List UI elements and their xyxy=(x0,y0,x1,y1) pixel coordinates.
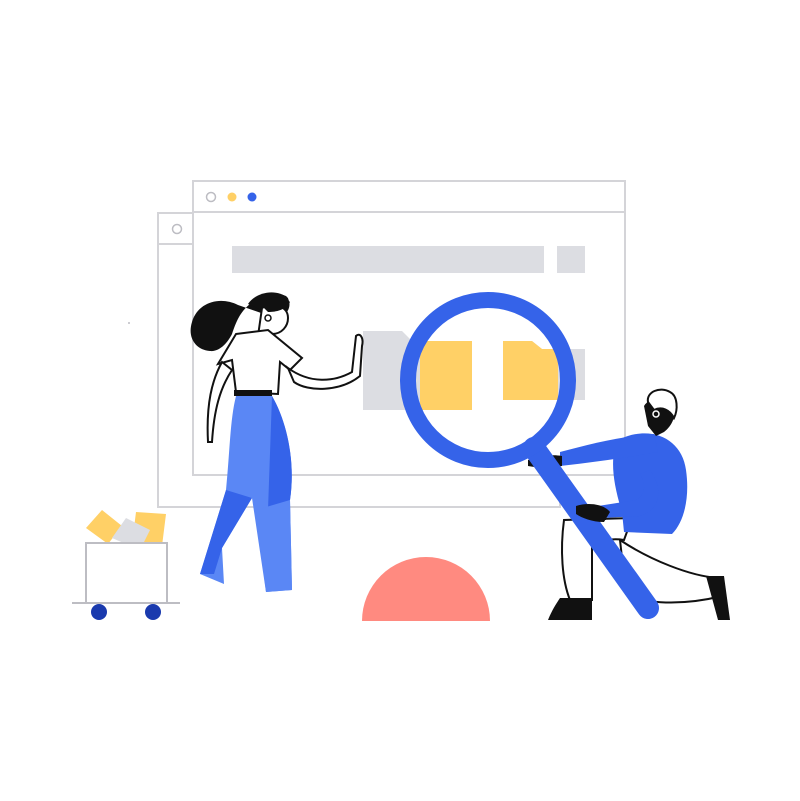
cart-wheel-icon xyxy=(145,604,161,620)
window-dot-blue-icon xyxy=(247,192,257,202)
address-bar-placeholder xyxy=(232,246,544,273)
illustration-svg xyxy=(72,180,730,621)
decorative-dot xyxy=(128,322,130,324)
window-dot-yellow-icon xyxy=(227,192,237,202)
search-button-placeholder xyxy=(557,246,585,273)
half-circle-shape xyxy=(362,557,490,621)
cart-wheel-icon xyxy=(91,604,107,620)
cart-icon xyxy=(72,510,180,620)
illustration-canvas xyxy=(0,0,800,801)
